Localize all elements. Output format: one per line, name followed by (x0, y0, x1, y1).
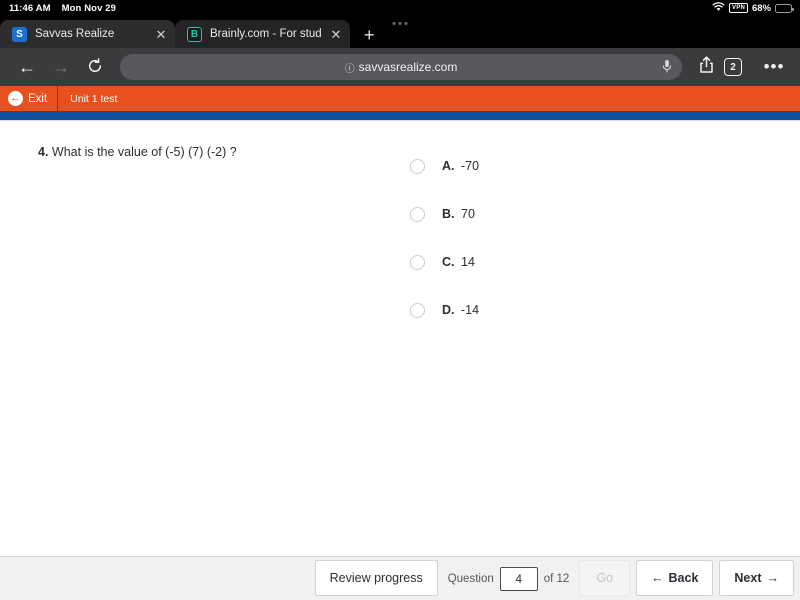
answer-choice-d[interactable]: D. -14 (410, 286, 479, 334)
status-date: Mon Nov 29 (61, 2, 116, 14)
tab-count-value: 2 (724, 58, 742, 76)
savvas-favicon: S (12, 26, 27, 42)
question-number: 4. (38, 145, 49, 159)
choice-letter: D. (442, 303, 455, 317)
status-bar: 11:46 AM Mon Nov 29 VPN 68% (0, 0, 800, 16)
browser-tab-brainly[interactable]: B Brainly.com - For student ✕ (175, 20, 350, 48)
answer-choice-c[interactable]: C. 14 (410, 238, 479, 286)
tab-count-button[interactable]: 2 (724, 58, 756, 76)
radio-icon[interactable] (410, 302, 425, 318)
footer-spacer (794, 557, 800, 600)
back-button[interactable]: ← Back (636, 560, 714, 596)
battery-percent: 68% (751, 2, 771, 14)
tab-strip: S Savvas Realize ✕ B Brainly.com - For s… (0, 16, 800, 48)
toolbar-right-group: 2 ••• (690, 55, 790, 79)
arrow-left-circle-icon: ← (8, 91, 23, 106)
ipad-browser-screen: 11:46 AM Mon Nov 29 VPN 68% S Savvas Rea… (0, 0, 800, 600)
url-text-wrap: ⓘ savvasrealize.com (345, 60, 458, 75)
progress-bar (0, 111, 800, 120)
choice-letter: B. (442, 207, 455, 221)
microphone-icon[interactable] (662, 59, 672, 79)
new-tab-button[interactable]: + (350, 26, 387, 48)
radio-icon[interactable] (410, 254, 425, 270)
answer-choice-b[interactable]: B. 70 (410, 190, 479, 238)
more-dots-icon[interactable]: ••• (758, 58, 790, 77)
choice-value: -14 (461, 303, 480, 317)
radio-icon[interactable] (410, 158, 425, 174)
question-label: Question (447, 572, 494, 585)
choice-value: 70 (461, 207, 475, 221)
reload-icon[interactable] (78, 57, 112, 77)
next-label: Next (734, 571, 762, 585)
status-time: 11:46 AM (9, 2, 51, 14)
review-progress-button[interactable]: Review progress (314, 560, 438, 596)
vpn-badge: VPN (729, 3, 748, 13)
close-icon[interactable]: ✕ (155, 28, 167, 41)
status-indicators: VPN 68% (712, 0, 794, 16)
browser-tab-savvas[interactable]: S Savvas Realize ✕ (0, 20, 175, 48)
arrow-right-icon[interactable]: → (44, 58, 78, 76)
assignment-title: Unit 1 test (70, 92, 118, 105)
arrow-right-icon: → (766, 571, 780, 585)
back-label: Back (668, 571, 699, 585)
answer-choices: A. -70 B. 70 C. 14 D. -14 (410, 142, 479, 334)
multitask-handle-icon[interactable] (392, 22, 408, 25)
choice-value: 14 (461, 255, 475, 269)
choice-letter: C. (442, 255, 455, 269)
arrow-left-icon[interactable]: ← (10, 58, 44, 76)
choice-value: -70 (461, 159, 480, 173)
brainly-favicon: B (187, 26, 202, 42)
go-button[interactable]: Go (579, 560, 631, 596)
battery-icon (775, 3, 794, 13)
share-icon[interactable] (690, 55, 722, 79)
address-bar[interactable]: ⓘ savvasrealize.com (120, 54, 682, 80)
assignment-header: ← Exit Unit 1 test (0, 86, 800, 111)
question-total-label: of 12 (543, 572, 570, 585)
arrow-left-icon: ← (651, 571, 664, 585)
assignment-footer: Review progress Question 4 of 12 Go ← Ba… (0, 556, 800, 600)
url-text: savvasrealize.com (358, 60, 458, 74)
exit-button[interactable]: ← Exit (0, 86, 59, 111)
question-navigator: Question 4 of 12 (438, 557, 580, 600)
next-button[interactable]: Next → (719, 560, 794, 596)
info-icon: ⓘ (344, 63, 355, 75)
question-content: 4. What is the value of (-5) (7) (-2) ? … (0, 128, 800, 556)
browser-toolbar: ← → ⓘ savvasrealize.com 2 ••• (0, 48, 800, 86)
answer-choice-a[interactable]: A. -70 (410, 142, 479, 190)
browser-tab-title: Brainly.com - For student (210, 28, 322, 40)
browser-tab-title: Savvas Realize (35, 28, 115, 40)
exit-label: Exit (28, 92, 48, 105)
question-prompt: 4. What is the value of (-5) (7) (-2) ? (38, 144, 237, 160)
content-divider (0, 120, 800, 121)
close-icon[interactable]: ✕ (330, 28, 342, 41)
question-number-input[interactable]: 4 (499, 566, 538, 591)
question-prompt-text: What is the value of (-5) (7) (-2) ? (51, 145, 237, 159)
choice-letter: A. (442, 159, 455, 173)
wifi-icon (712, 1, 725, 15)
radio-icon[interactable] (410, 206, 425, 222)
